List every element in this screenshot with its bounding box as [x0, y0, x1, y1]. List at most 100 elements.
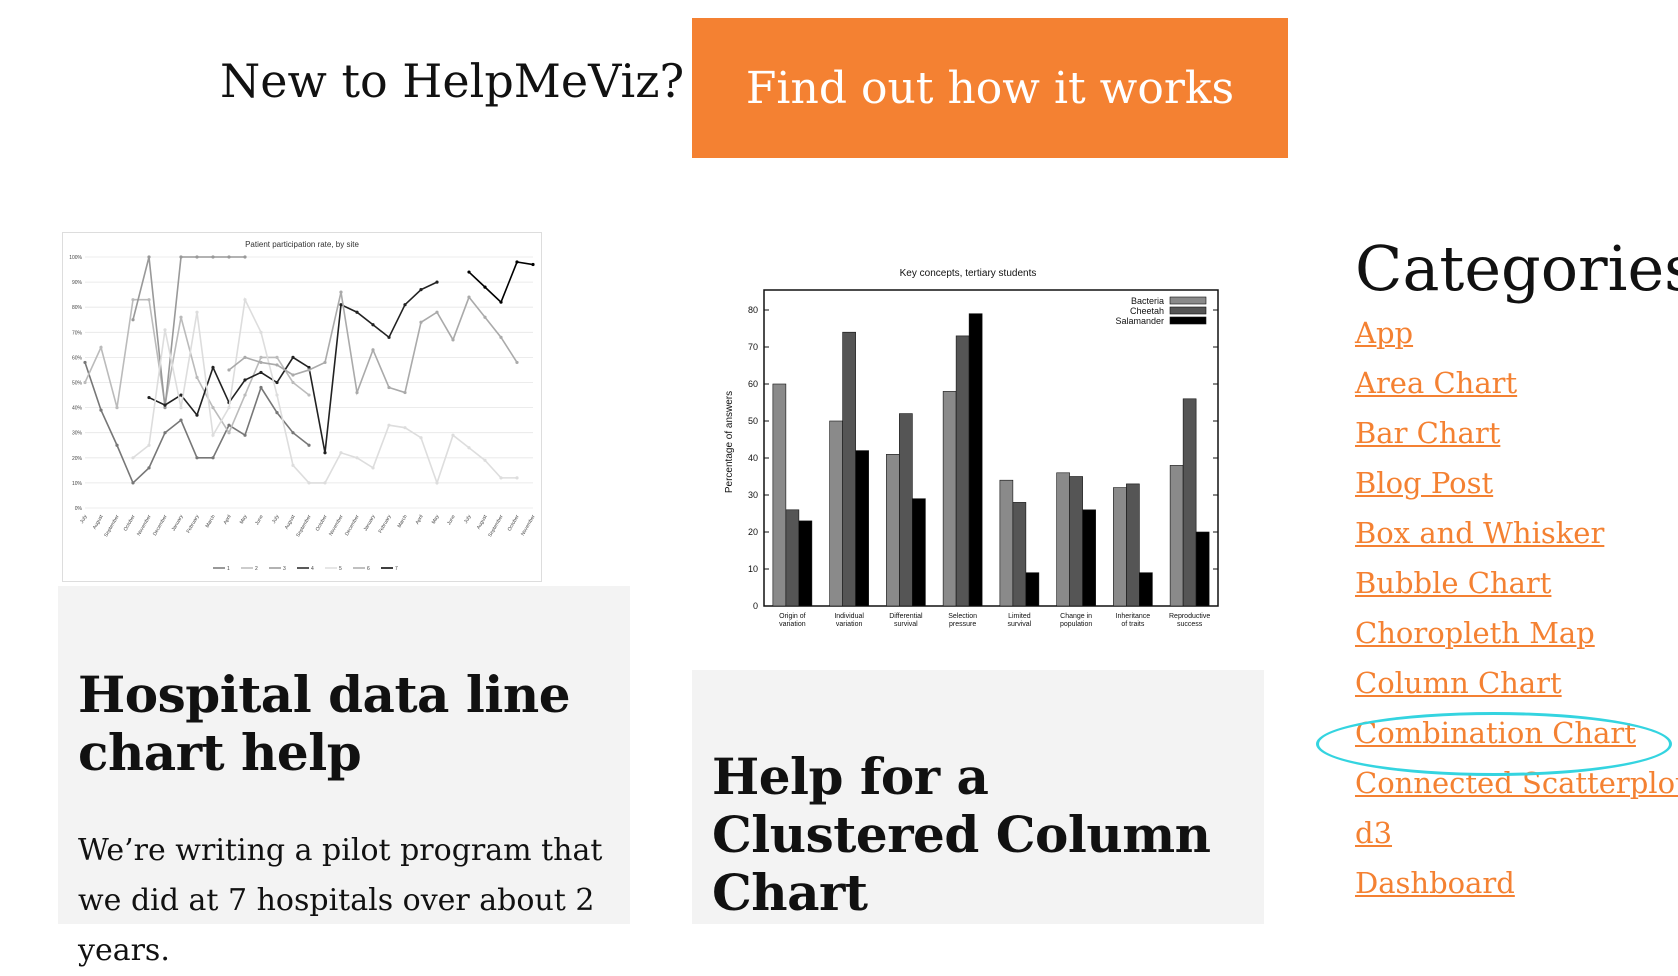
- category-link-choropleth-map[interactable]: Choropleth Map: [1355, 616, 1595, 650]
- line-point: [147, 395, 151, 400]
- line-point: [179, 406, 183, 410]
- find-out-how-it-works-button[interactable]: Find out how it works: [692, 18, 1288, 158]
- x-tick-label: January: [171, 514, 185, 533]
- post-title-link[interactable]: Help for a Clustered Column Chart: [712, 748, 1252, 922]
- line-point: [195, 456, 199, 460]
- line-point: [451, 338, 455, 342]
- line-point: [387, 335, 391, 339]
- line-point: [307, 393, 311, 397]
- line-point: [307, 481, 311, 485]
- line-point: [403, 426, 407, 430]
- category-item: Combination Chart: [1355, 716, 1678, 766]
- line-point: [371, 323, 375, 327]
- line-point: [259, 360, 263, 365]
- line-point: [515, 476, 519, 480]
- categories-list: App Area Chart Bar Chart Blog Post Box and W…: [1355, 316, 1678, 916]
- x-tick-label: October: [315, 514, 329, 533]
- line-point: [339, 290, 343, 294]
- category-item: Box and Whisker: [1355, 516, 1678, 566]
- category-link-combination-chart[interactable]: Combination Chart: [1355, 716, 1636, 750]
- legend-swatch: [1169, 316, 1207, 325]
- x-tick-label: success: [1177, 621, 1203, 628]
- legend-label: 6: [367, 566, 370, 572]
- x-tick-label: of traits: [1121, 621, 1144, 628]
- y-tick-label: 80: [748, 305, 758, 315]
- category-link-connected-scatterplot[interactable]: Connected Scatterplot: [1355, 766, 1678, 800]
- x-tick-label: September: [295, 514, 313, 538]
- line-point: [275, 380, 279, 385]
- legend-label: Salamander: [1115, 316, 1164, 326]
- category-link-dashboard[interactable]: Dashboard: [1355, 866, 1515, 900]
- category-link-blog-post[interactable]: Blog Post: [1355, 466, 1493, 500]
- x-tick-label: December: [152, 514, 169, 537]
- post-card-hospital: Hospital data line chart help We’re writ…: [58, 586, 630, 968]
- x-tick-label: November: [136, 514, 153, 537]
- line-point: [147, 298, 151, 302]
- line-point: [291, 431, 295, 435]
- x-tick-label: September: [103, 514, 121, 538]
- line-point: [275, 411, 279, 415]
- line-point: [419, 288, 423, 292]
- y-tick-label: 90%: [72, 280, 83, 286]
- line-point: [211, 365, 215, 370]
- x-tick-label: October: [507, 514, 521, 533]
- x-tick-label: March: [397, 514, 409, 529]
- category-link-column-chart[interactable]: Column Chart: [1355, 666, 1562, 700]
- post-thumbnail-column-chart[interactable]: Key concepts, tertiary students Percenta…: [718, 260, 1238, 640]
- line-point: [227, 368, 231, 372]
- line-point: [147, 255, 151, 259]
- bar-salamander: [855, 450, 869, 607]
- post-excerpt: We’re writing a pilot program that we di…: [78, 833, 603, 968]
- line-point: [147, 466, 151, 470]
- y-tick-label: 0: [753, 601, 758, 611]
- line-point: [435, 481, 439, 485]
- category-link-bar-chart[interactable]: Bar Chart: [1355, 416, 1500, 450]
- line-point: [467, 270, 471, 274]
- line-point: [243, 393, 247, 397]
- x-tick-label: October: [123, 514, 137, 533]
- line-point: [531, 262, 535, 267]
- x-tick-label: January: [363, 514, 377, 533]
- line-point: [83, 360, 87, 365]
- line-point: [499, 300, 503, 304]
- category-item: Bubble Chart: [1355, 566, 1678, 616]
- line-point: [403, 303, 407, 307]
- line-point: [515, 360, 519, 365]
- category-link-app[interactable]: App: [1355, 316, 1413, 350]
- line-point: [243, 255, 247, 259]
- category-link-d3[interactable]: d3: [1355, 816, 1392, 850]
- line-point: [115, 443, 119, 447]
- legend-label: Bacteria: [1131, 296, 1164, 306]
- post-thumbnail-line-chart[interactable]: Patient participation rate, by site 100%…: [62, 232, 542, 582]
- legend-swatch: [1169, 296, 1207, 305]
- line-series-5: [132, 297, 517, 486]
- line-point: [131, 481, 135, 485]
- post-title-link[interactable]: Hospital data line chart help: [78, 666, 618, 782]
- x-tick-label: July: [79, 514, 89, 525]
- category-link-area-chart[interactable]: Area Chart: [1355, 366, 1517, 400]
- category-item: Connected Scatterplot: [1355, 766, 1678, 816]
- line-point: [419, 320, 423, 324]
- categories-heading: Categories: [1355, 232, 1678, 305]
- y-tick-label: 40: [748, 453, 758, 463]
- bar-bacteria: [999, 479, 1014, 607]
- x-tick-label: April: [223, 514, 233, 526]
- line-point: [259, 385, 263, 390]
- bar-cheetah: [842, 331, 856, 607]
- bar-cheetah: [899, 413, 913, 607]
- y-tick-label: 50%: [72, 381, 83, 387]
- line-point: [291, 380, 295, 385]
- hero-prompt: New to HelpMeViz?: [220, 54, 685, 108]
- column-chart: Key concepts, tertiary students Percenta…: [724, 268, 1219, 628]
- line-point: [211, 456, 215, 460]
- x-tick-label: August: [284, 513, 297, 530]
- category-link-box-and-whisker[interactable]: Box and Whisker: [1355, 516, 1604, 550]
- line-point: [371, 466, 375, 470]
- legend-label: 7: [395, 566, 398, 572]
- bar-cheetah: [1012, 502, 1027, 607]
- x-tick-label: Individual: [834, 613, 864, 620]
- bar-cheetah: [1069, 476, 1083, 607]
- column-chart-ylabel: Percentage of answers: [724, 391, 735, 493]
- category-link-bubble-chart[interactable]: Bubble Chart: [1355, 566, 1551, 600]
- line-point: [307, 443, 311, 447]
